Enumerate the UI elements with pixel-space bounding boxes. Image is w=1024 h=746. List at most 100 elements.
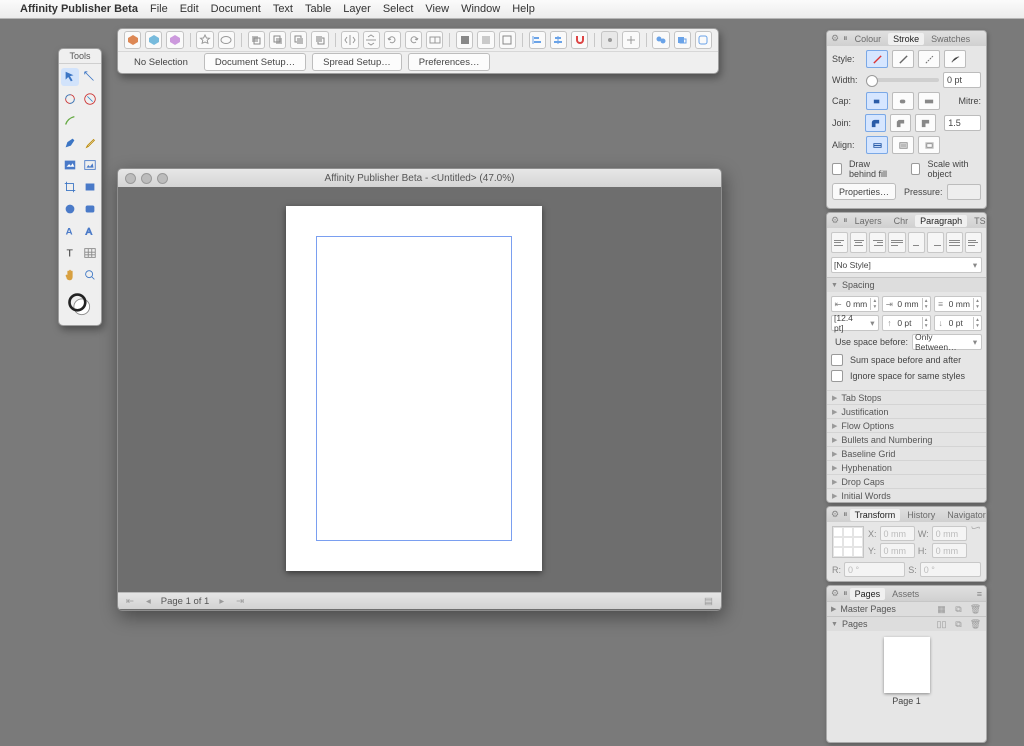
arrange-backward-icon[interactable] [269,31,286,49]
style-none-button[interactable] [866,50,888,68]
justify-right-button[interactable] [927,232,944,253]
justify-center-button[interactable] [908,232,925,253]
crop-tool[interactable] [61,178,79,196]
acc-hyphenation[interactable]: ▶Hyphenation [827,460,986,474]
arrange-front-icon[interactable] [311,31,328,49]
spread-setup-button[interactable]: Spread Setup… [312,53,402,71]
y-field[interactable]: 0 mm [880,543,915,558]
place-image-tool[interactable] [81,156,99,174]
pages-header[interactable]: ▼Pages ▯▯ ⧉ 🗑 [827,616,986,631]
arrange-back-icon[interactable] [248,31,265,49]
leading-field[interactable]: [12.4 pt]▾ [831,315,879,331]
menu-text[interactable]: Text [273,3,293,15]
acc-baseline-grid[interactable]: ▶Baseline Grid [827,446,986,460]
first-page-icon[interactable]: ⇤ [124,596,136,607]
frame-text-tool[interactable]: A [61,222,79,240]
toggle-ui-icon[interactable] [499,31,516,49]
menu-window[interactable]: Window [461,3,500,15]
cap-butt-button[interactable] [866,92,888,110]
align-center-icon[interactable] [550,31,567,49]
first-line-indent-field[interactable]: ≡0 mm▴▾ [934,296,982,312]
properties-button[interactable]: Properties… [832,183,896,200]
rotate-cw-icon[interactable] [405,31,422,49]
h-field[interactable]: 0 mm [932,543,967,558]
tab-pages[interactable]: Pages [850,588,886,600]
panel-options-icon[interactable]: ⚙ [831,33,839,44]
join-mitre-button[interactable] [915,114,936,132]
style-solid-button[interactable] [892,50,914,68]
delete-master-icon[interactable]: 🗑 [969,603,982,616]
app-name[interactable]: Affinity Publisher Beta [20,3,138,15]
align-center-button[interactable] [850,232,867,253]
tab-layers[interactable]: Layers [850,215,887,227]
add-page-icon[interactable]: ⧉ [952,618,965,631]
panel-options-icon[interactable]: ⚙ [831,215,839,226]
link-dimensions-icon[interactable]: ⟆ [971,526,981,530]
rotate-ccw-icon[interactable] [384,31,401,49]
acc-tab-stops[interactable]: ▶Tab Stops [827,390,986,404]
persona-publisher-icon[interactable] [124,31,141,49]
last-page-icon[interactable]: ⇥ [234,596,246,607]
master-pages-header[interactable]: ▶Master Pages ▦ ⧉ 🗑 [827,601,986,616]
persona-designer-icon[interactable] [145,31,162,49]
align-towards-spine-button[interactable] [965,232,982,253]
align-center-button[interactable] [866,136,888,154]
color-picker-tool[interactable] [61,90,79,108]
text-tool[interactable]: T [61,244,79,262]
space-before-field[interactable]: ↑0 pt▴▾ [882,315,930,331]
transparency-tool[interactable] [81,90,99,108]
tab-transform[interactable]: Transform [850,509,901,521]
panel-collapse-icon[interactable]: ⏸ [843,33,848,44]
shape-star-icon[interactable] [196,31,213,49]
panel-menu-icon[interactable]: ≡ [977,589,982,599]
menu-edit[interactable]: Edit [180,3,199,15]
panel-options-icon[interactable]: ⚙ [831,588,839,599]
page-spread[interactable] [286,206,542,571]
tab-navigator[interactable]: Navigator [942,509,987,521]
mitre-field[interactable]: 1.5 [944,115,981,131]
acc-flow-options[interactable]: ▶Flow Options [827,418,986,432]
space-after-field[interactable]: ↓0 pt▴▾ [934,315,982,331]
tab-stroke[interactable]: Stroke [888,33,924,45]
left-indent-field[interactable]: ⇤0 mm▴▾ [831,296,879,312]
ignore-space-checkbox[interactable] [831,370,843,382]
zoom-tool[interactable] [81,266,99,284]
window-titlebar[interactable]: Affinity Publisher Beta - <Untitled> (47… [118,169,721,187]
text-wrap-icon[interactable] [456,31,473,49]
add-master-icon[interactable]: ▦ [935,603,948,616]
tab-paragraph[interactable]: Paragraph [915,215,967,227]
ellipse-tool[interactable] [61,200,79,218]
acc-initial-words[interactable]: ▶Initial Words [827,488,986,502]
flip-v-icon[interactable] [363,31,380,49]
rotation-field[interactable]: 0 ° [844,562,905,577]
panel-collapse-icon[interactable]: ⏸ [843,509,848,520]
shear-field[interactable]: 0 ° [920,562,981,577]
align-right-button[interactable] [869,232,886,253]
align-left-icon[interactable] [529,31,546,49]
acc-justification[interactable]: ▶Justification [827,404,986,418]
artistic-text-tool[interactable]: A [81,222,99,240]
canvas[interactable] [118,187,721,592]
width-slider[interactable] [866,78,939,82]
w-field[interactable]: 0 mm [932,526,967,541]
fill-stroke-swatch[interactable] [59,288,101,325]
panel-options-icon[interactable]: ⚙ [831,509,839,520]
scale-with-checkbox[interactable] [911,163,921,175]
move-tool[interactable] [61,68,79,86]
facing-pages-icon[interactable]: ▯▯ [935,618,948,631]
group-icon[interactable] [426,31,443,49]
pan-tool[interactable] [61,266,79,284]
table-tool[interactable] [81,244,99,262]
delete-page-icon[interactable]: 🗑 [969,618,982,631]
draw-behind-checkbox[interactable] [832,163,842,175]
x-field[interactable]: 0 mm [880,526,915,541]
flip-h-icon[interactable] [341,31,358,49]
pen-tool[interactable] [61,134,79,152]
acc-drop-caps[interactable]: ▶Drop Caps [827,474,986,488]
rounded-rect-tool[interactable] [81,200,99,218]
tab-textstyles[interactable]: TSt [969,215,987,227]
menu-select[interactable]: Select [383,3,414,15]
arrange-forward-icon[interactable] [290,31,307,49]
align-left-button[interactable] [831,232,848,253]
picture-frame-tool[interactable] [61,156,79,174]
